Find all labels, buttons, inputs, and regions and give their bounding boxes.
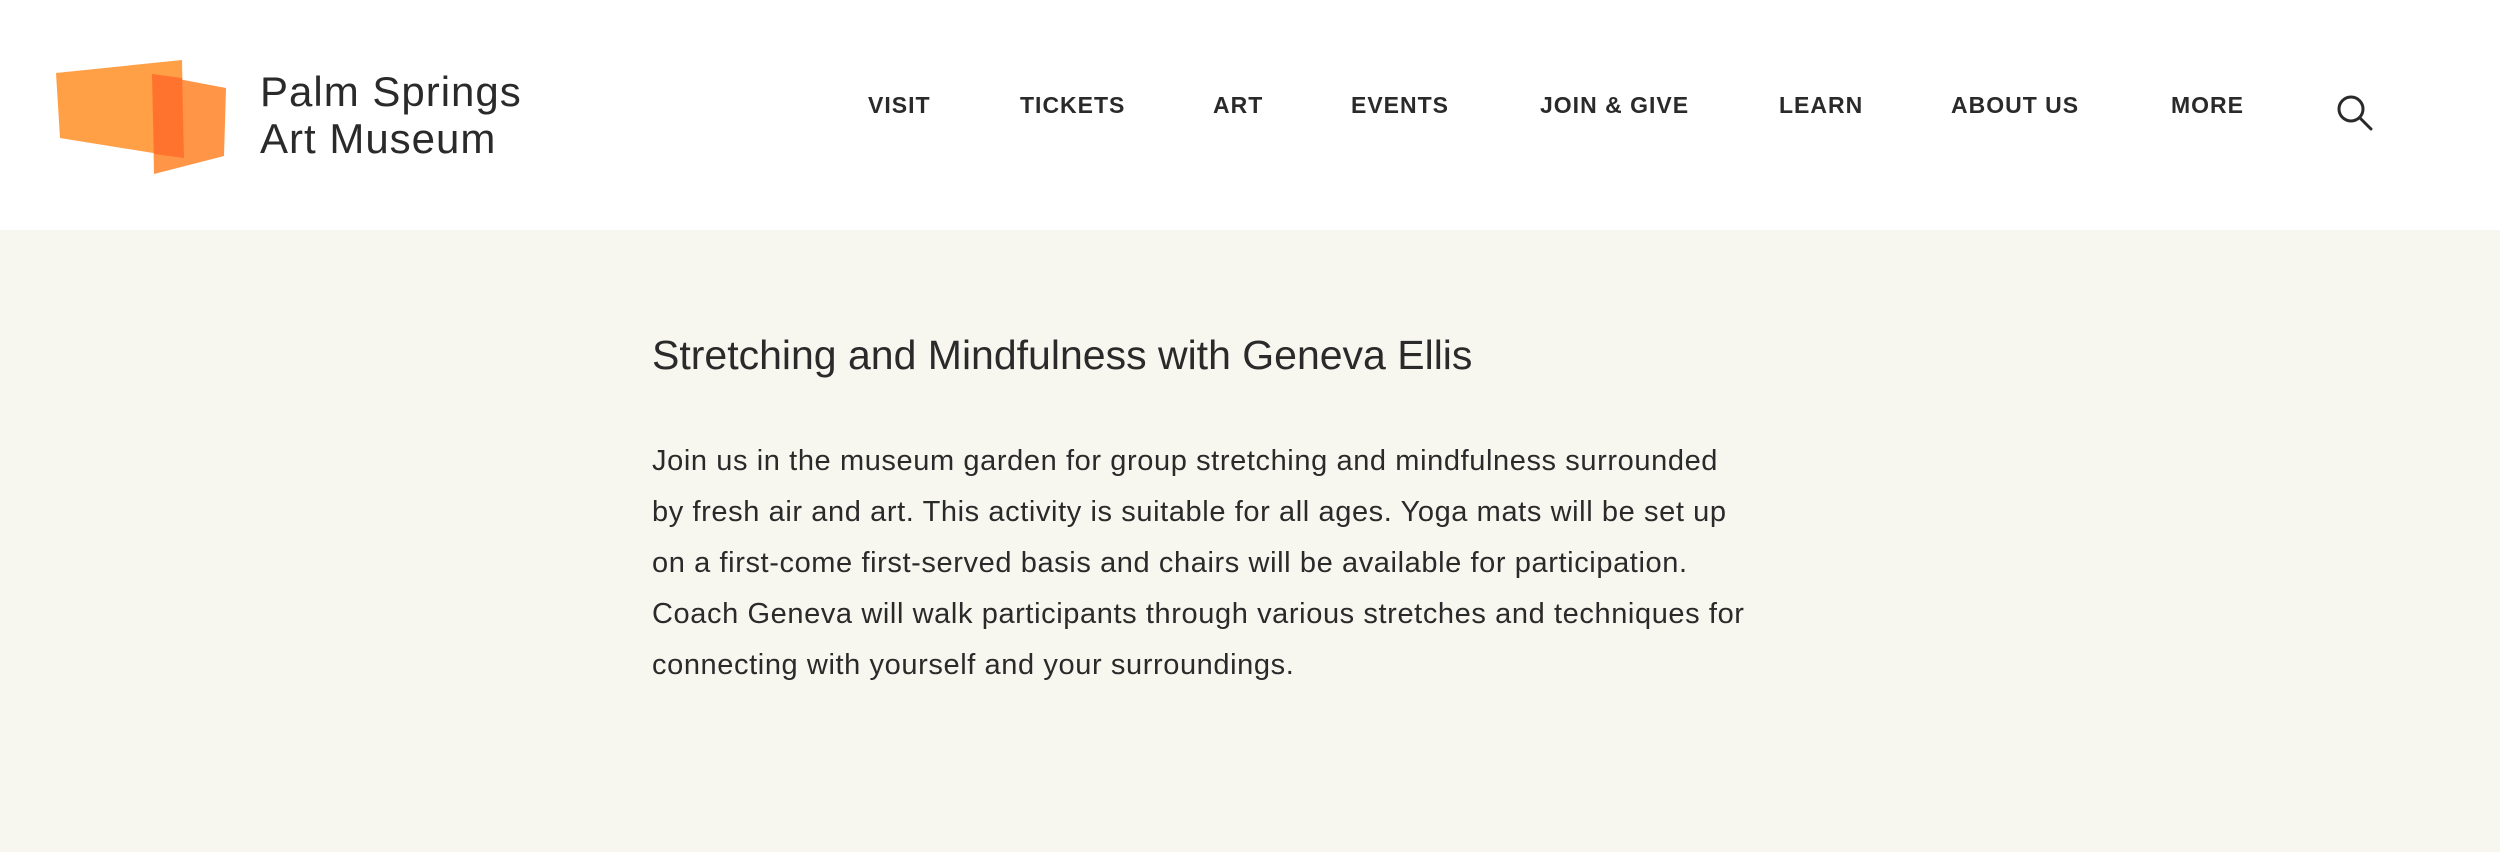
search-icon[interactable] [2336,94,2374,132]
nav-item-join-give[interactable]: JOIN & GIVE [1540,92,1689,119]
museum-logo-icon [56,60,226,174]
nav-item-art[interactable]: ART [1213,92,1263,119]
home-logo-link[interactable]: Palm Springs Art Museum [54,58,534,178]
site-header: Palm Springs Art Museum VISIT TICKETS AR… [0,0,2500,230]
event-content: Stretching and Mindfulness with Geneva E… [0,230,2500,852]
event-description: Join us in the museum garden for group s… [652,445,1745,681]
brand-name: Palm Springs Art Museum [260,68,522,162]
event-title: Stretching and Mindfulness with Geneva E… [652,332,1473,378]
nav-item-about-us[interactable]: ABOUT US [1951,92,2079,119]
nav-item-tickets[interactable]: TICKETS [1020,92,1125,119]
nav-item-more[interactable]: MORE [2171,92,2244,119]
nav-item-visit[interactable]: VISIT [868,92,931,119]
brand-name-line2: Art Museum [260,115,497,162]
nav-item-learn[interactable]: LEARN [1779,92,1863,119]
nav-item-events[interactable]: EVENTS [1351,92,1449,119]
brand-name-line1: Palm Springs [260,68,522,115]
